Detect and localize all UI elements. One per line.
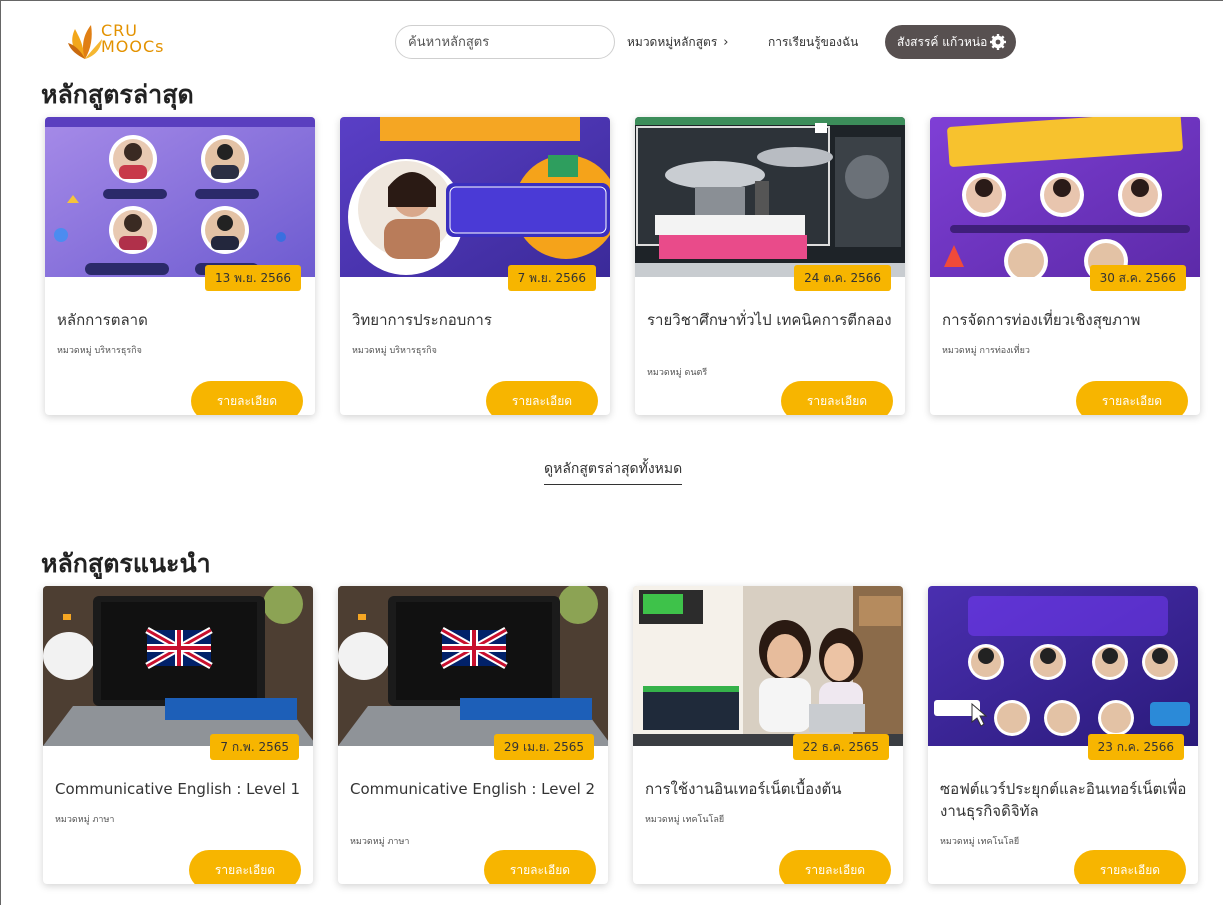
course-date-badge: 7 ก.พ. 2565 bbox=[210, 734, 299, 760]
course-card[interactable]: 13 พ.ย. 2566 หลักการตลาด หมวดหมู่ บริหาร… bbox=[45, 117, 315, 415]
course-title[interactable]: รายวิชาศึกษาทั่วไป เทคนิคการตีกลอง bbox=[647, 309, 899, 331]
top-navbar: CRU MOOCs หมวดหมู่หลักสูตร › การเรียนรู้ข… bbox=[1, 1, 1223, 81]
nav-categories[interactable]: หมวดหมู่หลักสูตร › bbox=[627, 33, 728, 52]
course-category: หมวดหมู่ ภาษา bbox=[55, 815, 115, 825]
recommended-courses-heading: หลักสูตรแนะนำ bbox=[41, 549, 211, 578]
course-detail-button[interactable]: รายละเอียด bbox=[779, 850, 891, 884]
course-category: หมวดหมู่ เทคโนโลยี bbox=[645, 815, 725, 825]
user-menu-button[interactable]: สังสรรค์ แก้วหน่อ bbox=[885, 25, 1016, 59]
logo-leaf-icon bbox=[68, 25, 102, 59]
course-thumbnail[interactable] bbox=[340, 117, 610, 277]
course-card[interactable]: 7 ก.พ. 2565 Communicative English : Leve… bbox=[43, 586, 313, 884]
user-name: สังสรรค์ แก้วหน่อ bbox=[897, 35, 988, 49]
course-card[interactable]: 30 ส.ค. 2566 การจัดการท่องเที่ยวเชิงสุขภ… bbox=[930, 117, 1200, 415]
course-title[interactable]: วิทยาการประกอบการ bbox=[352, 309, 604, 331]
site-logo[interactable]: CRU MOOCs bbox=[67, 23, 187, 65]
course-detail-button[interactable]: รายละเอียด bbox=[1076, 381, 1188, 415]
course-detail-button[interactable]: รายละเอียด bbox=[486, 381, 598, 415]
nav-categories-label: หมวดหมู่หลักสูตร bbox=[627, 35, 718, 49]
course-title[interactable]: การใช้งานอินเทอร์เน็ตเบื้องต้น bbox=[645, 778, 897, 800]
course-card[interactable]: 24 ต.ค. 2566 รายวิชาศึกษาทั่วไป เทคนิคกา… bbox=[635, 117, 905, 415]
course-card[interactable]: 29 เม.ย. 2565 Communicative English : Le… bbox=[338, 586, 608, 884]
course-title[interactable]: การจัดการท่องเที่ยวเชิงสุขภาพ bbox=[942, 309, 1194, 331]
course-date-badge: 29 เม.ย. 2565 bbox=[493, 734, 594, 760]
chevron-right-icon: › bbox=[723, 35, 729, 50]
course-category: หมวดหมู่ การท่องเที่ยว bbox=[942, 346, 1030, 356]
course-thumbnail[interactable] bbox=[45, 117, 315, 277]
course-category: หมวดหมู่ ภาษา bbox=[350, 837, 410, 847]
course-category: หมวดหมู่ บริหารธุรกิจ bbox=[57, 346, 142, 356]
course-detail-button[interactable]: รายละเอียด bbox=[484, 850, 596, 884]
latest-courses-heading: หลักสูตรล่าสุด bbox=[41, 80, 194, 109]
view-all-latest-link[interactable]: ดูหลักสูตรล่าสุดทั้งหมด bbox=[544, 458, 683, 485]
course-thumbnail[interactable] bbox=[633, 586, 903, 746]
course-detail-button[interactable]: รายละเอียด bbox=[781, 381, 893, 415]
course-category: หมวดหมู่ บริหารธุรกิจ bbox=[352, 346, 437, 356]
course-date-badge: 13 พ.ย. 2566 bbox=[204, 265, 301, 291]
course-title[interactable]: หลักการตลาด bbox=[57, 309, 309, 331]
course-thumbnail[interactable] bbox=[930, 117, 1200, 277]
course-date-badge: 22 ธ.ค. 2565 bbox=[792, 734, 889, 760]
nav-my-learning[interactable]: การเรียนรู้ของฉัน bbox=[768, 33, 858, 52]
course-date-badge: 30 ส.ค. 2566 bbox=[1089, 265, 1186, 291]
course-card[interactable]: 22 ธ.ค. 2565 การใช้งานอินเทอร์เน็ตเบื้อง… bbox=[633, 586, 903, 884]
course-title[interactable]: Communicative English : Level 1 bbox=[55, 778, 307, 800]
course-category: หมวดหมู่ เทคโนโลยี bbox=[940, 837, 1020, 847]
course-card[interactable]: 23 ก.ค. 2566 ซอฟต์แวร์ประยุกต์และอินเทอร… bbox=[928, 586, 1198, 884]
course-title[interactable]: ซอฟต์แวร์ประยุกต์และอินเทอร์เน็ตเพื่องาน… bbox=[940, 778, 1192, 822]
course-search-input[interactable] bbox=[395, 25, 615, 59]
course-thumbnail[interactable] bbox=[43, 586, 313, 746]
course-thumbnail[interactable] bbox=[928, 586, 1198, 746]
gear-icon bbox=[990, 34, 1006, 50]
course-detail-button[interactable]: รายละเอียด bbox=[1074, 850, 1186, 884]
course-detail-button[interactable]: รายละเอียด bbox=[189, 850, 301, 884]
course-thumbnail[interactable] bbox=[635, 117, 905, 277]
course-date-badge: 7 พ.ย. 2566 bbox=[507, 265, 596, 291]
logo-text-bottom: MOOCs bbox=[101, 37, 165, 56]
course-card[interactable]: 7 พ.ย. 2566 วิทยาการประกอบการ หมวดหมู่ บ… bbox=[340, 117, 610, 415]
course-category: หมวดหมู่ ดนตรี bbox=[647, 368, 708, 378]
course-title[interactable]: Communicative English : Level 2 bbox=[350, 778, 602, 800]
course-date-badge: 24 ต.ค. 2566 bbox=[794, 265, 891, 291]
course-detail-button[interactable]: รายละเอียด bbox=[191, 381, 303, 415]
course-thumbnail[interactable] bbox=[338, 586, 608, 746]
course-date-badge: 23 ก.ค. 2566 bbox=[1087, 734, 1184, 760]
